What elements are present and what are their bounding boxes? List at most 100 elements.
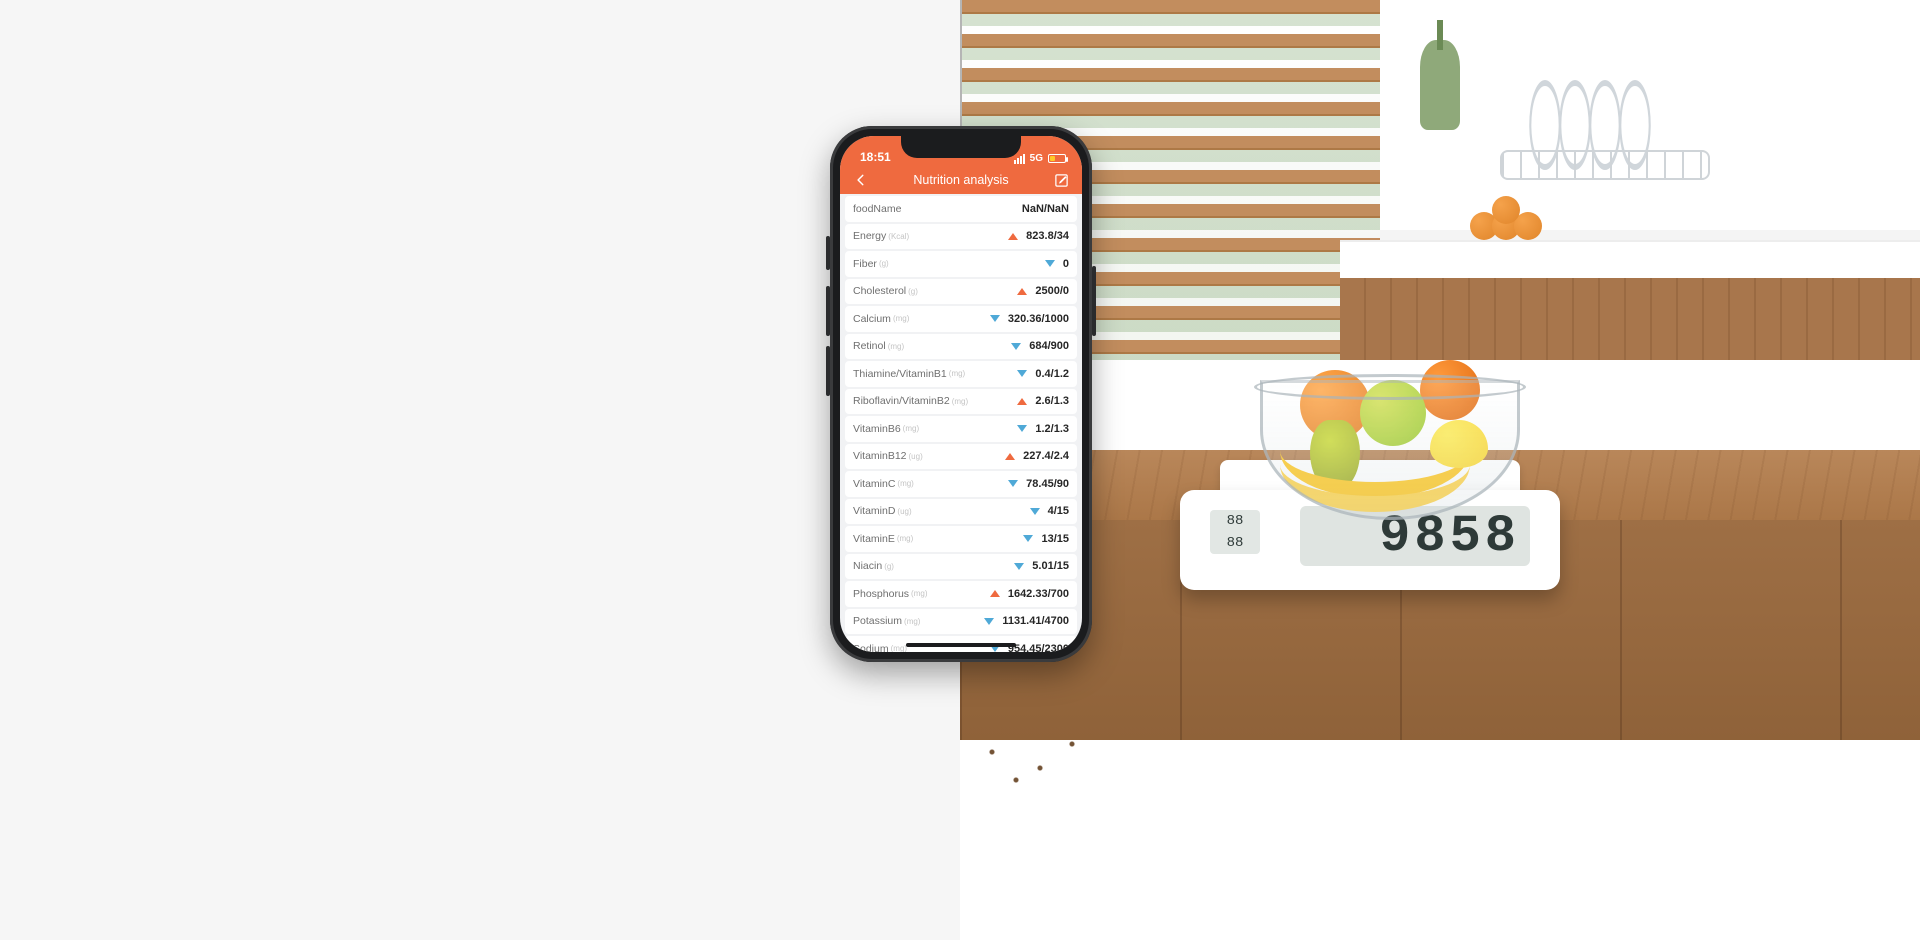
triangle-up-icon bbox=[1017, 398, 1027, 405]
edit-icon bbox=[1054, 173, 1069, 188]
nutrient-unit: (Kcal) bbox=[888, 232, 909, 241]
kitchen-scene: 88 88 9858 bbox=[960, 0, 1920, 900]
nutrient-name: Phosphorus bbox=[853, 588, 909, 600]
nutrient-value: 13/15 bbox=[1041, 533, 1069, 545]
triangle-down-icon bbox=[1014, 563, 1024, 570]
nutrient-value: 1131.41/4700 bbox=[1002, 615, 1069, 627]
edit-button[interactable] bbox=[1052, 171, 1070, 189]
nutrition-row[interactable]: Phosphorus(mg)1642.33/700 bbox=[845, 581, 1077, 607]
nutrition-row[interactable]: Riboflavin/VitaminB2(mg)2.6/1.3 bbox=[845, 389, 1077, 415]
nutrient-name: Calcium bbox=[853, 313, 891, 325]
nutrient-name: Energy bbox=[853, 230, 886, 242]
oranges-decoration bbox=[1470, 196, 1550, 246]
nutrient-name: Cholesterol bbox=[853, 285, 906, 297]
dish-rack bbox=[1500, 70, 1760, 180]
phone-screen: 18:51 5G Nutrition analysis foodName NaN/… bbox=[840, 136, 1082, 652]
page-title: Nutrition analysis bbox=[913, 173, 1008, 187]
nutrition-row[interactable]: VitaminE(mg) 13/15 bbox=[845, 526, 1077, 552]
nutrient-unit: (g) bbox=[908, 287, 918, 296]
status-time: 18:51 bbox=[860, 150, 891, 164]
kitchen-scale: 88 88 9858 bbox=[1180, 460, 1560, 600]
nutrient-name: Retinol bbox=[853, 340, 886, 352]
nutrient-name: Riboflavin/VitaminB2 bbox=[853, 395, 950, 407]
nutrient-unit: (g) bbox=[879, 259, 889, 268]
nutrient-value: 1.2/1.3 bbox=[1035, 423, 1069, 435]
battery-icon bbox=[1048, 154, 1066, 163]
triangle-up-icon bbox=[990, 590, 1000, 597]
back-button[interactable] bbox=[852, 171, 870, 189]
scale-main-display: 9858 bbox=[1300, 506, 1530, 566]
scale-aux1: 88 bbox=[1227, 513, 1244, 529]
nutrient-unit: (mg) bbox=[897, 534, 913, 543]
phone-notch bbox=[901, 136, 1021, 158]
nutrient-name: VitaminC bbox=[853, 478, 895, 490]
nutrient-value: 5.01/15 bbox=[1032, 560, 1069, 572]
nutrient-value: 78.45/90 bbox=[1026, 478, 1069, 490]
nutrition-row[interactable]: foodName NaN/NaN bbox=[845, 196, 1077, 222]
nutrition-row[interactable]: Calcium(mg) 320.36/1000 bbox=[845, 306, 1077, 332]
triangle-down-icon bbox=[1023, 535, 1033, 542]
nutrient-name: VitaminD bbox=[853, 505, 895, 517]
nutrient-value: 684/900 bbox=[1029, 340, 1069, 352]
nutrient-value: 4/15 bbox=[1048, 505, 1069, 517]
nutrient-name: Niacin bbox=[853, 560, 882, 572]
nutrient-unit: (g) bbox=[884, 562, 894, 571]
nutrient-value: 320.36/1000 bbox=[1008, 313, 1069, 325]
network-label: 5G bbox=[1030, 153, 1043, 164]
triangle-down-icon bbox=[984, 618, 994, 625]
nutrient-value: 0 bbox=[1063, 258, 1069, 270]
nutrition-row[interactable]: VitaminC(mg) 78.45/90 bbox=[845, 471, 1077, 497]
triangle-down-icon bbox=[1011, 343, 1021, 350]
nutrient-value: 954.45/2300 bbox=[1008, 643, 1069, 652]
nutrient-name: VitaminB6 bbox=[853, 423, 901, 435]
nutrient-value: 2.6/1.3 bbox=[1035, 395, 1069, 407]
scale-aux-display: 88 88 bbox=[1210, 510, 1260, 554]
nutrition-row[interactable]: Energy(Kcal) 823.8/34 bbox=[845, 224, 1077, 250]
nutrition-row[interactable]: Niacin(g) 5.01/15 bbox=[845, 554, 1077, 580]
triangle-down-icon bbox=[1030, 508, 1040, 515]
nutrient-unit: (mg) bbox=[904, 617, 920, 626]
triangle-down-icon bbox=[990, 315, 1000, 322]
nutrient-value: NaN/NaN bbox=[1022, 203, 1069, 215]
nutrition-row[interactable]: VitaminD(ug) 4/15 bbox=[845, 499, 1077, 525]
triangle-down-icon bbox=[1017, 425, 1027, 432]
nutrient-name: Fiber bbox=[853, 258, 877, 270]
nutrition-row[interactable]: Potassium(mg) 1131.41/4700 bbox=[845, 609, 1077, 635]
nutrition-list[interactable]: foodName NaN/NaN Energy(Kcal) 823.8/34 Fiber… bbox=[840, 194, 1082, 652]
nutrient-unit: (mg) bbox=[897, 479, 913, 488]
nutrient-unit: (mg) bbox=[911, 589, 927, 598]
nutrient-name: VitaminE bbox=[853, 533, 895, 545]
nutrient-value: 0.4/1.2 bbox=[1035, 368, 1069, 380]
triangle-up-icon bbox=[1017, 288, 1027, 295]
nutrition-row[interactable]: Cholesterol(g) 2500/0 bbox=[845, 279, 1077, 305]
nutrient-value: 227.4/2.4 bbox=[1023, 450, 1069, 462]
nutrient-unit: (mg) bbox=[903, 424, 919, 433]
nutrition-row[interactable]: Thiamine/VitaminB1(mg) 0.4/1.2 bbox=[845, 361, 1077, 387]
triangle-down-icon bbox=[1045, 260, 1055, 267]
triangle-down-icon bbox=[1008, 480, 1018, 487]
nutrient-unit: (ug) bbox=[909, 452, 923, 461]
nutrient-unit: (ug) bbox=[897, 507, 911, 516]
nutrient-name: foodName bbox=[853, 203, 901, 215]
vase-decoration bbox=[1420, 40, 1460, 130]
nutrient-value: 823.8/34 bbox=[1026, 230, 1069, 242]
scale-aux2: 88 bbox=[1227, 535, 1244, 551]
nutrient-name: Potassium bbox=[853, 615, 902, 627]
nutrient-name: VitaminB12 bbox=[853, 450, 907, 462]
nutrient-name: Sodium bbox=[853, 643, 889, 652]
signal-icon bbox=[1014, 154, 1025, 164]
nutrient-unit: (mg) bbox=[949, 369, 965, 378]
title-bar: Nutrition analysis bbox=[840, 166, 1082, 194]
nutrient-unit: (mg) bbox=[893, 314, 909, 323]
nutrient-value: 2500/0 bbox=[1035, 285, 1069, 297]
nutrition-row[interactable]: VitaminB12(ug) 227.4/2.4 bbox=[845, 444, 1077, 470]
nutrient-unit: (mg) bbox=[888, 342, 904, 351]
triangle-up-icon bbox=[1008, 233, 1018, 240]
nutrition-row[interactable]: Fiber(g) 0 bbox=[845, 251, 1077, 277]
nutrient-unit: (mg) bbox=[891, 644, 907, 652]
left-empty-panel bbox=[0, 0, 960, 900]
home-indicator[interactable] bbox=[906, 643, 1016, 647]
nutrient-name: Thiamine/VitaminB1 bbox=[853, 368, 947, 380]
nutrition-row[interactable]: Retinol(mg) 684/900 bbox=[845, 334, 1077, 360]
nutrition-row[interactable]: VitaminB6(mg) 1.2/1.3 bbox=[845, 416, 1077, 442]
